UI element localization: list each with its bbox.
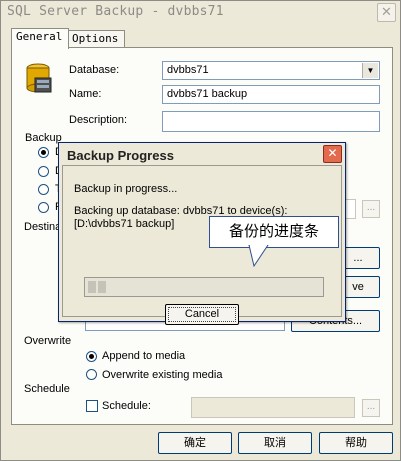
schedule-browse-button[interactable]: ... [362, 399, 380, 417]
tab-general[interactable]: General [11, 28, 69, 49]
cancel-button[interactable]: 取消 [238, 432, 312, 454]
backup-option-radio-2[interactable] [38, 166, 49, 177]
database-combo[interactable]: dvbbs71 ▼ [162, 61, 380, 80]
backup-progress-bar [84, 277, 324, 297]
progress-block [98, 281, 106, 293]
backup-group-label: Backup [25, 132, 62, 144]
schedule-checkbox-label: Schedule: [102, 400, 151, 412]
window-close-button[interactable]: ✕ [377, 3, 396, 22]
name-label: Name: [69, 88, 102, 100]
database-icon [26, 63, 52, 93]
progress-dialog-close-button[interactable]: ✕ [323, 145, 342, 163]
name-field[interactable]: dvbbs71 backup [162, 85, 380, 104]
overwrite-label: Overwrite [24, 335, 72, 347]
title-bar: SQL Server Backup - dvbbs71 ✕ [1, 1, 400, 23]
schedule-field[interactable] [191, 397, 355, 418]
callout-pointer [248, 245, 269, 267]
overwrite-existing-label: Overwrite existing media [102, 369, 223, 381]
progress-detail-line-2: [D:\dvbbs71 backup] [74, 218, 175, 230]
database-label: Database: [69, 64, 120, 76]
schedule-group-label: Schedule [24, 383, 70, 395]
backup-option-radio-1[interactable] [38, 147, 49, 158]
database-combo-value: dvbbs71 [167, 64, 209, 76]
ok-button[interactable]: 确定 [158, 432, 232, 454]
window-title: SQL Server Backup - dvbbs71 [7, 4, 224, 19]
help-button[interactable]: 帮助 [319, 432, 393, 454]
progress-block [88, 281, 96, 293]
backup-option-radio-4[interactable] [38, 202, 49, 213]
append-radio[interactable] [86, 351, 97, 362]
backup-option-radio-3[interactable] [38, 184, 49, 195]
progress-status-text: Backup in progress... [74, 183, 178, 195]
overwrite-radio[interactable] [86, 369, 97, 380]
filegroup-browse-button[interactable]: ... [362, 200, 380, 218]
destination-label: Destina [24, 221, 62, 233]
schedule-checkbox[interactable] [86, 400, 98, 412]
progress-cancel-button[interactable]: Cancel [165, 304, 239, 325]
chevron-down-icon[interactable]: ▼ [362, 63, 378, 78]
progress-annotation-callout: 备份的进度条 [209, 216, 339, 248]
append-label: Append to media [102, 350, 186, 362]
description-label: Description: [69, 114, 128, 126]
name-field-value: dvbbs71 backup [167, 88, 248, 100]
description-field[interactable] [162, 111, 380, 132]
progress-dialog-title: Backup Progress [67, 148, 174, 163]
tab-options[interactable]: Options [67, 30, 125, 48]
